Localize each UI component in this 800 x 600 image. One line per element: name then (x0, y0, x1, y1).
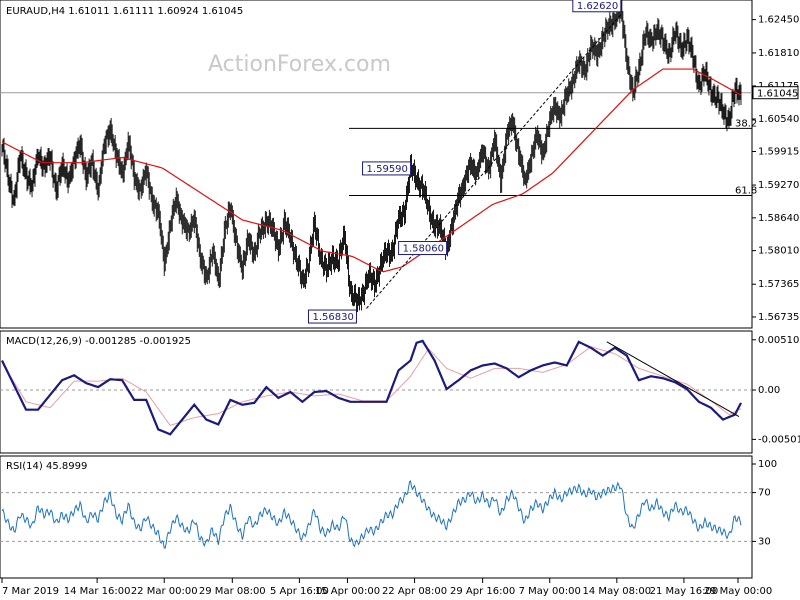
current-price-label: 1.61045 (757, 89, 798, 100)
fib-level-label: 61.8 (735, 185, 757, 196)
rsi-y-tick-label: 30 (758, 536, 771, 547)
macd-y-tick-label: 0.005108 (758, 335, 800, 346)
x-tick-label: 22 Apr 08:00 (382, 586, 447, 597)
price-y-tick-label: 1.59270 (758, 180, 799, 191)
fib-level-label: 38.2 (735, 118, 757, 129)
x-tick-label: 29 Apr 16:00 (450, 586, 515, 597)
price-y-tick-label: 1.59915 (758, 147, 799, 158)
rsi-y-tick-label: 70 (758, 488, 771, 499)
forex-chart: EURAUD,H4 1.61011 1.61111 1.60924 1.6104… (0, 0, 800, 600)
price-y-tick-label: 1.58010 (758, 246, 799, 257)
x-tick-label: 14 Mar 16:00 (64, 586, 131, 597)
macd-y-tick-label: 0.00 (758, 385, 780, 396)
x-tick-label: 29 Mar 08:00 (199, 586, 266, 597)
rsi-panel-title: RSI(14) 45.8999 (6, 461, 87, 472)
price-y-tick-label: 1.56735 (758, 312, 799, 323)
rsi-y-tick-label: 100 (758, 459, 777, 470)
price-y-tick-label: 1.61810 (758, 48, 799, 59)
x-tick-label: 14 May 08:00 (583, 586, 652, 597)
price-y-tick-label: 1.57365 (758, 279, 799, 290)
x-tick-label: 7 May 00:00 (519, 586, 581, 597)
price-annotation-label: 1.56830 (312, 312, 353, 323)
price-panel-title: EURAUD,H4 1.61011 1.61111 1.60924 1.6104… (6, 6, 243, 17)
price-y-tick-label: 1.58640 (758, 213, 799, 224)
x-tick-label: 22 Mar 00:00 (131, 586, 198, 597)
price-annotation-label: 1.59590 (367, 164, 408, 175)
x-tick-label: 29 May 00:00 (704, 586, 773, 597)
price-y-tick-label: 1.62450 (758, 15, 799, 26)
current-price-marker: 1.61045 (752, 86, 799, 100)
watermark: ActionForex.com (208, 52, 391, 77)
x-tick-label: 15 Apr 00:00 (315, 586, 380, 597)
price-annotation-label: 1.58060 (403, 244, 444, 255)
x-tick-label: 7 Mar 2019 (2, 586, 59, 597)
price-y-tick-label: 1.60540 (758, 114, 799, 125)
macd-panel-title: MACD(12,26,9) -0.001285 -0.001925 (6, 336, 191, 347)
price-annotation-label: 1.62620 (577, 1, 618, 12)
macd-y-tick-label: -0.005019 (758, 434, 800, 445)
